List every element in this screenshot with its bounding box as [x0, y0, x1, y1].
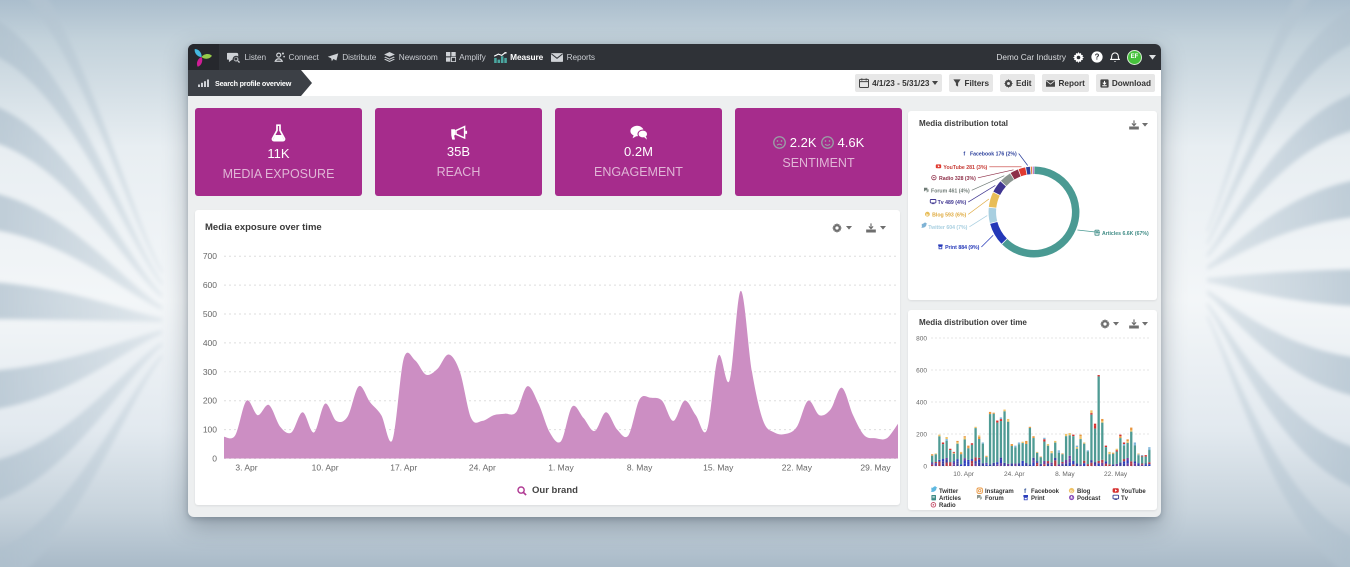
svg-text:Facebook: Facebook [1031, 489, 1060, 495]
svg-text:Blog: Blog [1077, 489, 1091, 495]
svg-text:f: f [963, 152, 965, 158]
svg-text:0: 0 [212, 454, 217, 464]
svg-text:Podcast: Podcast [1077, 496, 1100, 502]
svg-text:Articles: Articles [939, 496, 962, 502]
svg-text:1. May: 1. May [548, 463, 574, 473]
svg-text:Tv 489 (4%): Tv 489 (4%) [938, 200, 967, 206]
svg-text:400: 400 [203, 338, 217, 348]
svg-text:200: 200 [203, 396, 217, 406]
svg-text:Articles 6.6K (67%): Articles 6.6K (67%) [1102, 231, 1149, 237]
svg-text:Radio 328 (3%): Radio 328 (3%) [939, 176, 976, 182]
svg-text:22. May: 22. May [782, 463, 813, 473]
svg-text:Facebook 176 (2%): Facebook 176 (2%) [970, 152, 1017, 158]
svg-text:Print: Print [1031, 496, 1045, 502]
svg-text:YouTube: YouTube [1121, 489, 1146, 495]
svg-text:17. Apr: 17. Apr [390, 463, 417, 473]
svg-text:YouTube 281 (3%): YouTube 281 (3%) [943, 165, 987, 171]
svg-text:500: 500 [203, 309, 217, 319]
svg-text:Forum 461 (4%): Forum 461 (4%) [931, 188, 970, 194]
svg-text:22. May: 22. May [1104, 471, 1128, 478]
svg-text:15. May: 15. May [703, 463, 734, 473]
svg-text:400: 400 [916, 400, 927, 407]
svg-text:24. Apr: 24. Apr [469, 463, 496, 473]
svg-text:300: 300 [203, 367, 217, 377]
svg-text:Instagram: Instagram [985, 489, 1014, 495]
svg-text:10. Apr: 10. Apr [312, 463, 339, 473]
svg-text:Print 884 (9%): Print 884 (9%) [945, 245, 980, 251]
svg-text:10. Apr: 10. Apr [953, 471, 974, 478]
svg-text:8. May: 8. May [627, 463, 653, 473]
svg-text:?: ? [1095, 53, 1100, 62]
svg-text:0: 0 [923, 464, 927, 471]
svg-text:700: 700 [203, 251, 217, 261]
svg-text:Tv: Tv [1121, 496, 1129, 502]
svg-text:600: 600 [916, 368, 927, 375]
svg-text:8. May: 8. May [1055, 471, 1075, 478]
svg-text:Blog 593 (6%): Blog 593 (6%) [932, 212, 966, 218]
svg-text:29. May: 29. May [860, 463, 891, 473]
svg-text:Radio: Radio [939, 503, 956, 509]
svg-text:100: 100 [203, 425, 217, 435]
svg-text:f: f [1024, 488, 1027, 495]
svg-text:Twitter: Twitter [939, 489, 959, 495]
svg-text:600: 600 [203, 280, 217, 290]
svg-text:200: 200 [916, 432, 927, 439]
svg-text:Twitter 604 (7%): Twitter 604 (7%) [928, 225, 967, 231]
svg-text:3. Apr: 3. Apr [235, 463, 257, 473]
svg-text:800: 800 [916, 336, 927, 343]
svg-text:24. Apr: 24. Apr [1004, 471, 1025, 478]
svg-text:Forum: Forum [985, 496, 1004, 502]
